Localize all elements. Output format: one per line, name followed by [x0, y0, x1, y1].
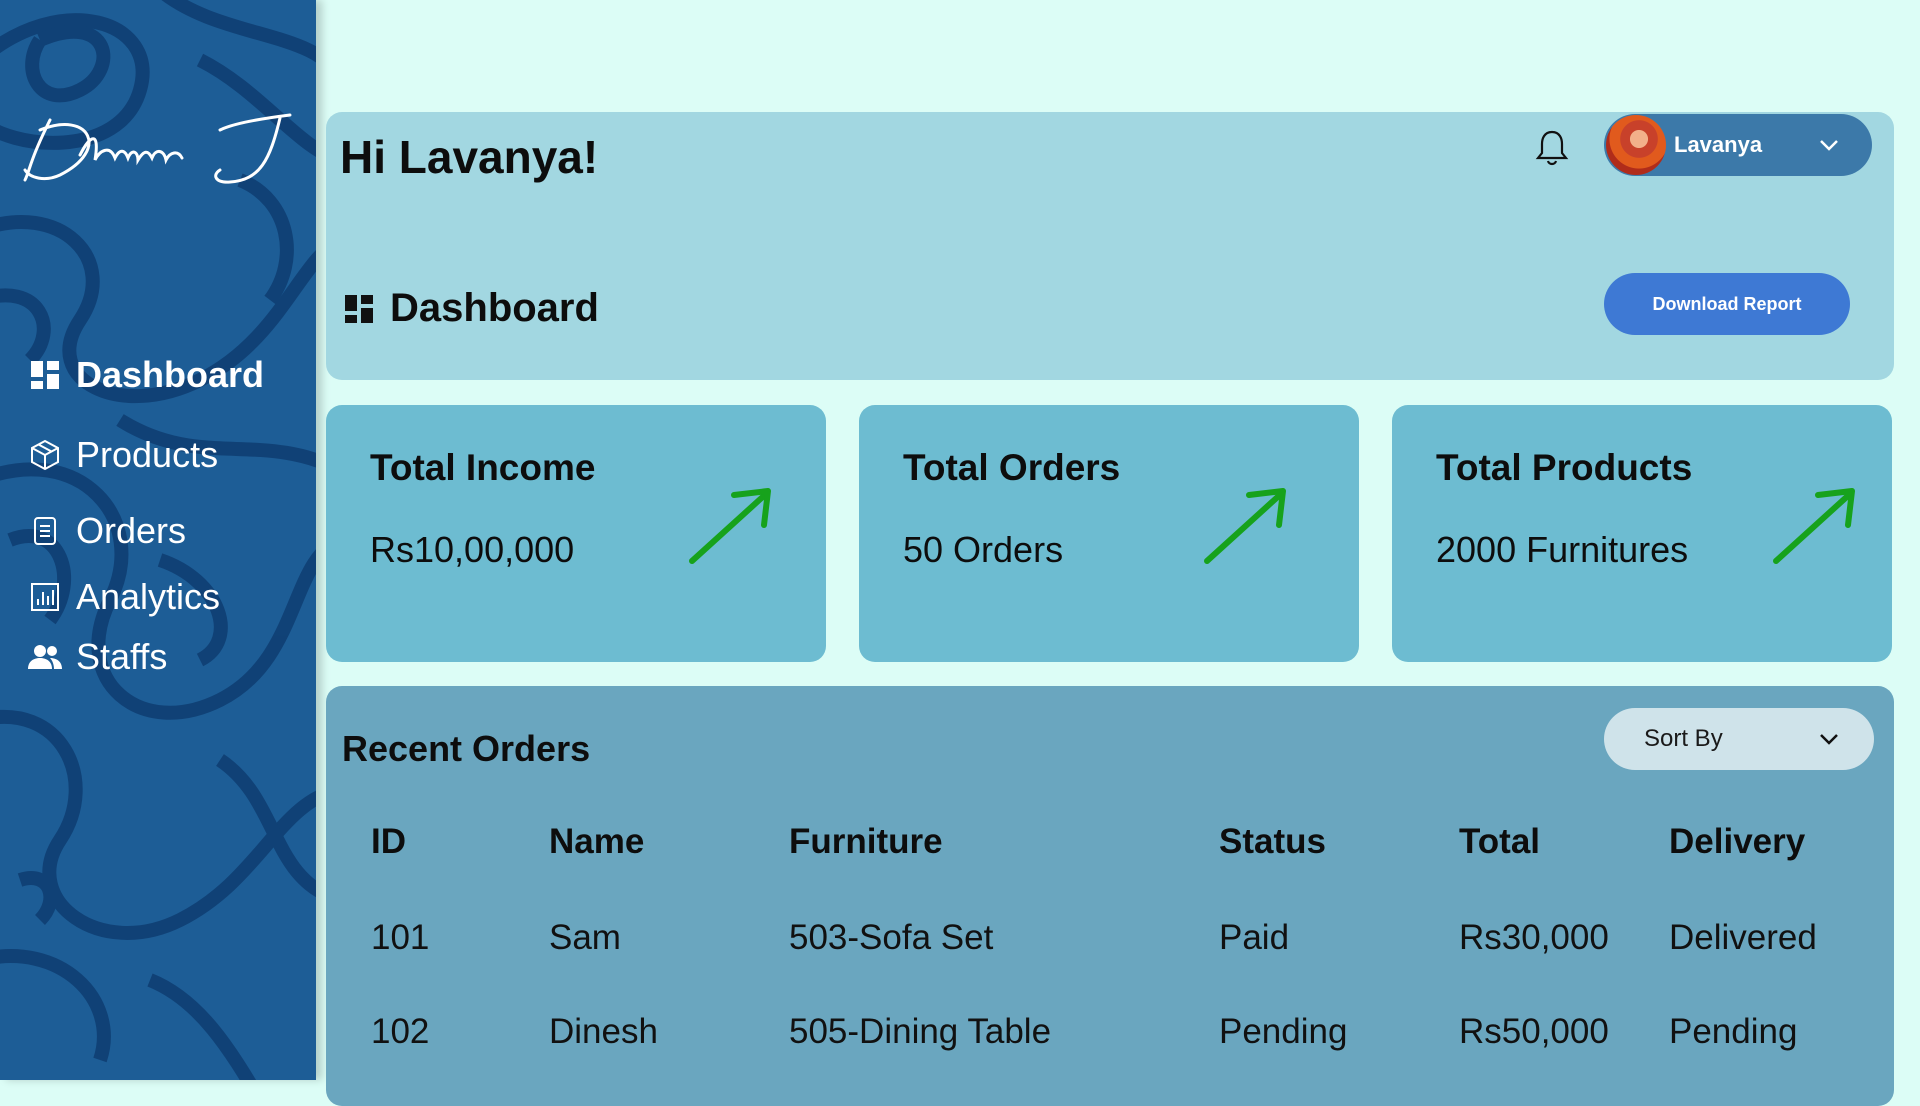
chart-icon [28, 580, 62, 614]
sidebar-item-label: Analytics [76, 576, 221, 617]
users-icon [28, 640, 62, 674]
user-menu[interactable]: Lavanya [1604, 114, 1872, 176]
sidebar-item-label: Staffs [76, 636, 168, 677]
column-header-name[interactable]: Name [549, 822, 644, 862]
sidebar-item-label: Dashboard [76, 354, 265, 395]
chevron-down-icon [1820, 140, 1838, 151]
sidebar-item-dashboard[interactable]: Dashboard [28, 345, 264, 405]
cell-name: Sam [549, 918, 621, 957]
sidebar-item-label: Products [76, 434, 219, 475]
column-header-id[interactable]: ID [371, 822, 406, 862]
stat-card-title: Total Products [1436, 447, 1693, 488]
sidebar-item-label: Orders [76, 510, 187, 551]
download-report-button[interactable]: Download Report [1604, 273, 1850, 335]
box-icon [28, 438, 62, 472]
user-name: Lavanya [1674, 132, 1763, 157]
logo [23, 113, 292, 184]
stat-card-title: Total Orders [903, 447, 1121, 488]
sidebar: Dashboard Products Orders Analytics Staf… [0, 0, 316, 1080]
cell-delivery: Delivered [1669, 918, 1817, 957]
header-panel: Hi Lavanya! Lavanya Dashboard Download R… [326, 112, 1894, 380]
column-header-delivery[interactable]: Delivery [1669, 822, 1805, 862]
sidebar-item-products[interactable]: Products [28, 425, 218, 485]
stat-card-value: Rs10,00,000 [370, 529, 575, 570]
cell-furniture: 503-Sofa Set [789, 918, 994, 957]
stat-card-value: 50 Orders [903, 529, 1064, 570]
trend-up-arrow-icon [1773, 488, 1855, 564]
avatar [1606, 115, 1666, 175]
sidebar-item-orders[interactable]: Orders [28, 501, 186, 561]
cell-furniture: 505-Dining Table [789, 1012, 1052, 1051]
sort-by-label: Sort By [1644, 725, 1723, 752]
cell-status: Paid [1219, 918, 1290, 957]
trend-up-arrow-icon [1204, 488, 1286, 564]
cell-status: Pending [1219, 1012, 1348, 1051]
stat-card-title: Total Income [370, 447, 596, 488]
dashboard-icon [28, 358, 62, 392]
dashboard-icon [345, 294, 373, 323]
column-header-status[interactable]: Status [1219, 822, 1326, 862]
cell-total: Rs30,000 [1459, 918, 1609, 957]
chevron-down-icon [1820, 734, 1838, 745]
cell-name: Dinesh [549, 1012, 658, 1051]
sidebar-item-staffs[interactable]: Staffs [28, 627, 167, 687]
cell-id: 101 [371, 918, 430, 957]
stat-card-value: 2000 Furnitures [1436, 529, 1689, 570]
stat-card-income: Total Income Rs10,00,000 [326, 405, 826, 662]
column-header-furniture[interactable]: Furniture [789, 822, 943, 862]
page-title: Dashboard [344, 286, 599, 331]
stat-card-orders: Total Orders 50 Orders [859, 405, 1359, 662]
column-header-total[interactable]: Total [1459, 822, 1540, 862]
document-icon [28, 514, 62, 548]
cell-id: 102 [371, 1012, 430, 1051]
sidebar-item-analytics[interactable]: Analytics [28, 567, 220, 627]
page-title-text: Dashboard [390, 286, 599, 330]
bell-icon[interactable] [1534, 128, 1570, 168]
greeting: Hi Lavanya! [340, 131, 599, 183]
trend-up-arrow-icon [689, 488, 771, 564]
stat-card-products: Total Products 2000 Furnitures [1392, 405, 1892, 662]
sort-by-dropdown[interactable]: Sort By [1604, 708, 1874, 770]
recent-orders-title: Recent Orders [342, 728, 591, 769]
cell-total: Rs50,000 [1459, 1012, 1609, 1051]
cell-delivery: Pending [1669, 1012, 1798, 1051]
recent-orders-panel: Recent Orders Sort By ID Name Furniture … [326, 686, 1894, 1106]
